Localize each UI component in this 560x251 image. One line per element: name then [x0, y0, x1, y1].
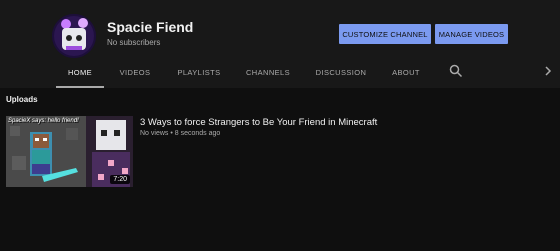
tab-about[interactable]: ABOUT	[385, 57, 427, 88]
chevron-right-icon[interactable]	[540, 63, 556, 79]
uploads-heading[interactable]: Uploads	[6, 95, 38, 104]
tab-channels[interactable]: CHANNELS	[241, 57, 295, 88]
manage-videos-button[interactable]: MANAGE VIDEOS	[435, 24, 508, 44]
video-title[interactable]: 3 Ways to force Strangers to Be Your Fri…	[140, 117, 377, 128]
channel-name: Spacie Fiend	[107, 19, 194, 35]
thumbnail-caption: SpacieX says: hello friend!	[8, 118, 79, 124]
tab-videos[interactable]: VIDEOS	[112, 57, 158, 88]
channel-header: Spacie Fiend No subscribers CUSTOMIZE CH…	[0, 0, 560, 88]
search-icon[interactable]	[448, 63, 464, 79]
subscriber-count: No subscribers	[107, 38, 161, 47]
video-duration: 7:20	[110, 175, 130, 184]
customize-channel-button[interactable]: CUSTOMIZE CHANNEL	[339, 24, 431, 44]
channel-avatar[interactable]	[52, 14, 96, 58]
tab-playlists[interactable]: PLAYLISTS	[172, 57, 226, 88]
channel-tabs: HOME VIDEOS PLAYLISTS CHANNELS DISCUSSIO…	[0, 57, 560, 88]
tab-home[interactable]: HOME	[56, 57, 104, 88]
tab-discussion[interactable]: DISCUSSION	[311, 57, 371, 88]
video-thumbnail[interactable]: SpacieX says: hello friend! 7:20	[6, 116, 133, 187]
video-meta: No views • 8 seconds ago	[140, 130, 221, 137]
